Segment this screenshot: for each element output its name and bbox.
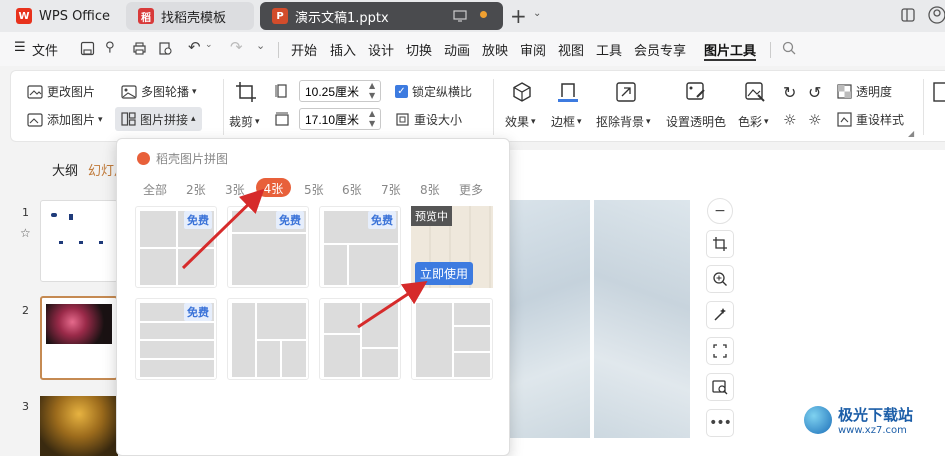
annotation-arrows (181, 188, 428, 329)
watermark-title: 极光下载站 (838, 406, 914, 424)
watermark: 极光下载站 www.xz7.com (804, 404, 913, 436)
arrow-to-use-now (357, 281, 428, 329)
watermark-url: www.xz7.com (838, 425, 907, 436)
arrow-to-4-filter (181, 188, 265, 270)
watermark-logo-icon (804, 406, 832, 434)
